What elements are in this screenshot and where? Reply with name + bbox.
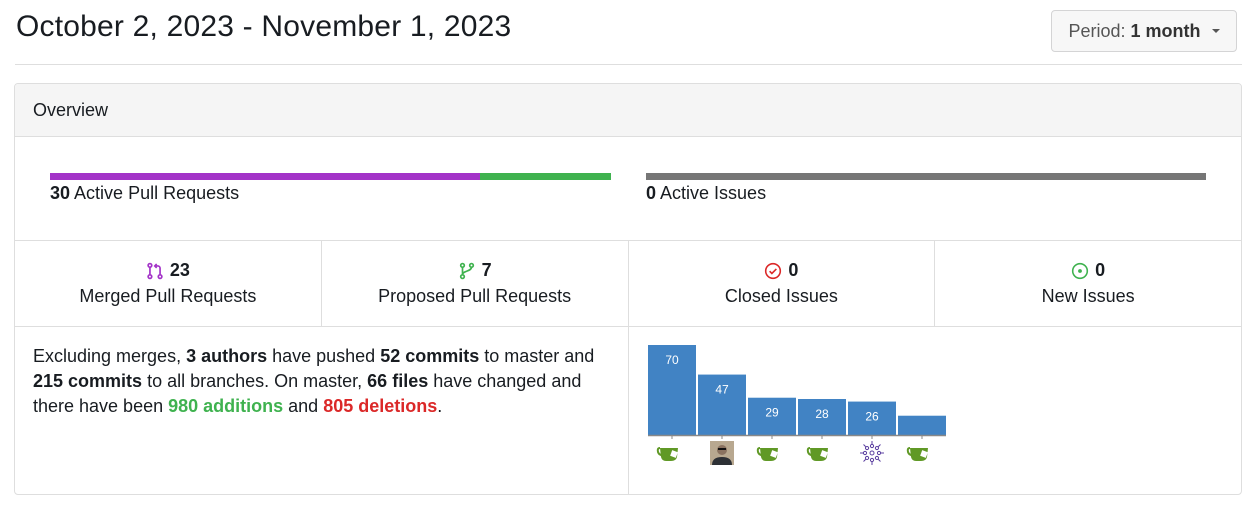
files-changed: 66 files (367, 371, 429, 391)
gitea-avatar-icon[interactable] (656, 447, 678, 461)
active-pr-label: Active Pull Requests (74, 183, 240, 203)
text-segment: to all branches. On master, (142, 371, 368, 391)
issue-closed-icon (765, 262, 782, 279)
issue-opened-icon (1072, 262, 1089, 279)
activity-summary: 30 Active Pull Requests 0 Active Issues (15, 137, 1241, 241)
git-pull-request-icon (459, 262, 474, 279)
stat-proposed-prs[interactable]: 7 Proposed Pull Requests (322, 241, 629, 326)
bar-value-label: 47 (715, 383, 729, 397)
contributors-chart: 70 47 29 28 26 (629, 327, 1241, 494)
master-commits: 52 commits (380, 346, 480, 366)
text-segment: Excluding merges, (33, 346, 187, 366)
gitea-avatar-icon[interactable] (806, 447, 828, 461)
stat-new-issues[interactable]: 0 New Issues (935, 241, 1241, 326)
additions-count: 980 additions (168, 396, 284, 416)
bar-value-label: 70 (665, 353, 679, 367)
new-count: 0 (1095, 260, 1106, 280)
merged-segment (50, 173, 481, 180)
text-segment: to master and (479, 346, 595, 366)
issues-bar (646, 173, 1206, 180)
gitea-avatar-icon[interactable] (906, 447, 928, 461)
text-segment: have pushed (267, 346, 381, 366)
active-pull-requests-link[interactable]: 30 Active Pull Requests (50, 183, 239, 204)
commit-summary-row: Excluding merges, 3 authors have pushed … (15, 327, 1241, 494)
chart-bar (898, 415, 946, 435)
active-pr-count: 30 (50, 183, 71, 203)
closed-count: 0 (788, 260, 799, 280)
merged-label: Merged Pull Requests (79, 286, 257, 306)
all-branch-commits: 215 commits (33, 371, 143, 391)
bar-value-label: 28 (815, 407, 829, 421)
text-segment: . (437, 396, 443, 416)
gitea-avatar-icon[interactable] (756, 447, 778, 461)
git-merge-icon (147, 262, 163, 279)
active-issues-label: Active Issues (660, 183, 767, 203)
overview-title: Overview (15, 84, 1241, 137)
bar-value-label: 26 (865, 410, 879, 424)
closed-label: Closed Issues (724, 286, 838, 306)
overview-panel: Overview 30 Active Pull Requests 0 Activ… (14, 83, 1242, 495)
stat-closed-issues[interactable]: 0 Closed Issues (629, 241, 936, 326)
identicon-avatar[interactable] (860, 441, 884, 465)
deletions-count: 805 deletions (323, 396, 438, 416)
active-issues-link[interactable]: 0 Active Issues (646, 183, 766, 204)
active-issues-count: 0 (646, 183, 657, 203)
period-prefix: Period: (1068, 20, 1126, 41)
proposed-count: 7 (481, 260, 492, 280)
merged-count: 23 (169, 260, 190, 280)
user-photo-avatar[interactable] (710, 441, 734, 465)
pull-requests-bar (50, 173, 611, 180)
authors-count: 3 authors (186, 346, 268, 366)
text-segment: and (283, 396, 324, 416)
stat-merged-prs[interactable]: 23 Merged Pull Requests (15, 241, 322, 326)
bar-value-label: 29 (765, 406, 779, 420)
period-value: 1 month (1130, 20, 1201, 41)
new-label: New Issues (1041, 286, 1135, 306)
page-header: October 2, 2023 - November 1, 2023 Perio… (15, 0, 1242, 65)
proposed-segment (480, 173, 611, 180)
contributors-bar-chart: 70 47 29 28 26 (648, 345, 946, 465)
proposed-label: Proposed Pull Requests (378, 286, 572, 306)
chevron-down-icon (1211, 29, 1220, 33)
period-dropdown[interactable]: Period: 1 month (1051, 10, 1237, 52)
date-range-title: October 2, 2023 - November 1, 2023 (16, 10, 512, 43)
stats-row: 23 Merged Pull Requests 7 Proposed Pull … (15, 241, 1241, 327)
commit-summary-text: Excluding merges, 3 authors have pushed … (15, 327, 629, 494)
